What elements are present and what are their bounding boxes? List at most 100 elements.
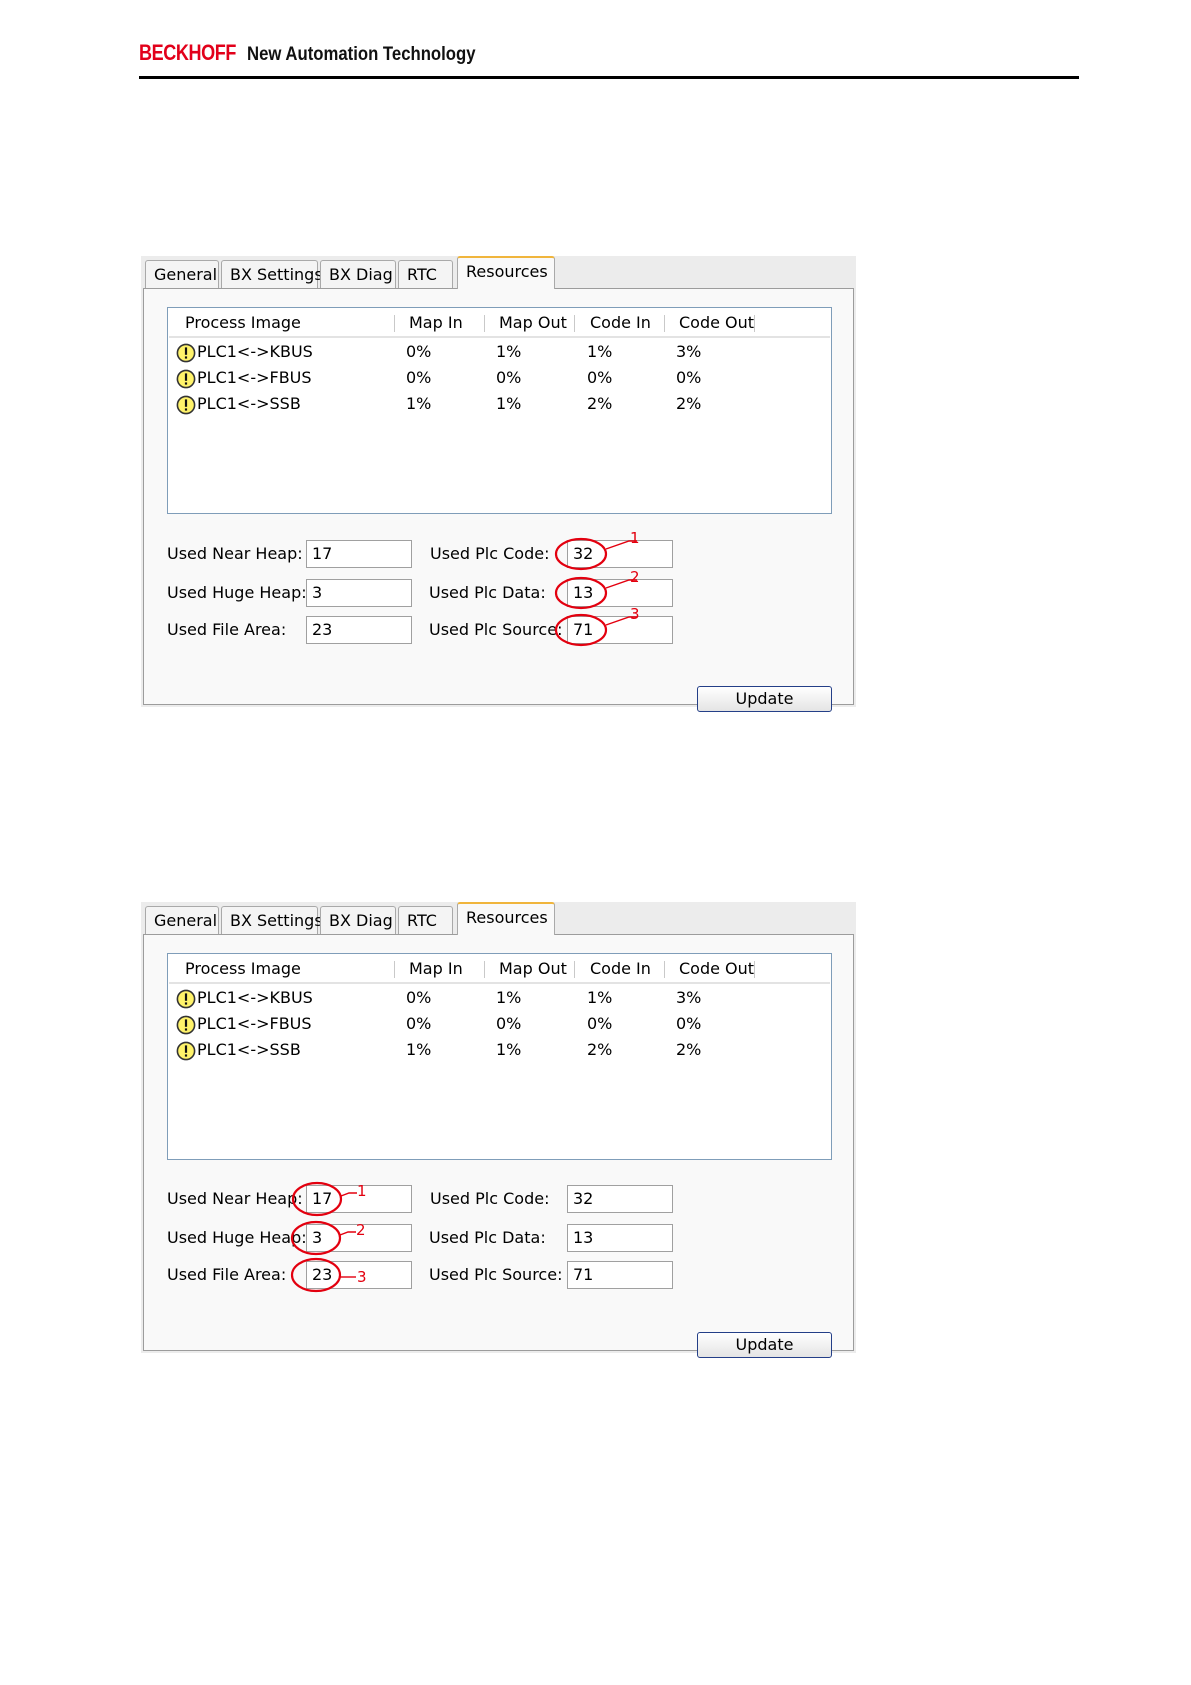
row-map-in: 0% xyxy=(406,368,432,387)
tab-rtc[interactable]: RTC xyxy=(398,260,453,288)
row-code-in: 0% xyxy=(587,1014,613,1033)
file-area-field[interactable]: 23 xyxy=(306,1261,412,1289)
row-map-out: 1% xyxy=(496,1040,522,1059)
list-row[interactable]: PLC1<->SSB 1% 1% 2% 2% xyxy=(169,1037,830,1063)
file-area-label: Used File Area: xyxy=(167,1265,287,1284)
row-name: PLC1<->SSB xyxy=(197,394,301,413)
row-map-in: 0% xyxy=(406,342,432,361)
column-separator[interactable] xyxy=(664,961,665,978)
tab-resources[interactable]: Resources xyxy=(457,256,555,289)
column-code-in[interactable]: Code In xyxy=(590,309,651,336)
row-map-out: 1% xyxy=(496,342,522,361)
plc-data-field[interactable]: 13 xyxy=(567,579,673,607)
column-map-in[interactable]: Map In xyxy=(409,955,463,982)
row-code-in: 2% xyxy=(587,1040,613,1059)
column-process-image[interactable]: Process Image xyxy=(185,309,301,336)
near-heap-label: Used Near Heap: xyxy=(167,544,303,563)
plc-code-field[interactable]: 32 xyxy=(567,540,673,568)
tab-bx-settings[interactable]: BX Settings xyxy=(221,906,323,934)
row-map-out: 1% xyxy=(496,988,522,1007)
column-separator[interactable] xyxy=(664,315,665,332)
update-button[interactable]: Update xyxy=(697,686,832,712)
row-map-out: 0% xyxy=(496,368,522,387)
list-row[interactable]: PLC1<->SSB 1% 1% 2% 2% xyxy=(169,391,830,417)
row-name: PLC1<->SSB xyxy=(197,1040,301,1059)
row-map-in: 0% xyxy=(406,988,432,1007)
column-separator[interactable] xyxy=(484,961,485,978)
huge-heap-label: Used Huge Heap: xyxy=(167,583,307,602)
column-process-image[interactable]: Process Image xyxy=(185,955,301,982)
process-image-list[interactable]: Process Image Map In Map Out Code In Cod… xyxy=(167,307,832,514)
list-row[interactable]: PLC1<->KBUS 0% 1% 1% 3% xyxy=(169,339,830,365)
column-separator[interactable] xyxy=(754,961,755,978)
row-name: PLC1<->FBUS xyxy=(197,1014,312,1033)
plc-code-label: Used Plc Code: xyxy=(430,544,550,563)
column-map-out[interactable]: Map Out xyxy=(499,309,567,336)
column-code-out[interactable]: Code Out xyxy=(679,309,754,336)
row-code-out: 0% xyxy=(676,368,702,387)
resources-dialog-figure-1: General BX Settings BX Diag RTC Resource… xyxy=(141,256,856,712)
update-button[interactable]: Update xyxy=(697,1332,832,1358)
row-code-out: 2% xyxy=(676,1040,702,1059)
near-heap-field[interactable]: 17 xyxy=(306,540,412,568)
row-code-in: 1% xyxy=(587,988,613,1007)
row-name: PLC1<->KBUS xyxy=(197,988,313,1007)
plc-source-field[interactable]: 71 xyxy=(567,616,673,644)
process-image-list[interactable]: Process Image Map In Map Out Code In Cod… xyxy=(167,953,832,1160)
plc-source-label: Used Plc Source: xyxy=(429,1265,563,1284)
warning-icon xyxy=(176,1041,196,1061)
resources-panel: Process Image Map In Map Out Code In Cod… xyxy=(143,934,854,1358)
warning-icon xyxy=(176,395,196,415)
row-map-out: 0% xyxy=(496,1014,522,1033)
page-header: BECKHOFF New Automation Technology xyxy=(139,40,1079,80)
row-name: PLC1<->FBUS xyxy=(197,368,312,387)
row-map-in: 1% xyxy=(406,1040,432,1059)
column-map-out[interactable]: Map Out xyxy=(499,955,567,982)
tab-rtc[interactable]: RTC xyxy=(398,906,453,934)
list-header: Process Image Map In Map Out Code In Cod… xyxy=(169,309,830,338)
plc-code-field[interactable]: 32 xyxy=(567,1185,673,1213)
row-code-out: 3% xyxy=(676,988,702,1007)
tab-strip: General BX Settings BX Diag RTC Resource… xyxy=(141,256,856,290)
row-code-in: 1% xyxy=(587,342,613,361)
near-heap-field[interactable]: 17 xyxy=(306,1185,412,1213)
tab-general[interactable]: General xyxy=(145,260,219,288)
huge-heap-field[interactable]: 3 xyxy=(306,579,412,607)
huge-heap-label: Used Huge Heap: xyxy=(167,1228,307,1247)
row-code-out: 2% xyxy=(676,394,702,413)
column-separator[interactable] xyxy=(394,315,395,332)
header-divider xyxy=(139,76,1079,79)
resources-dialog-figure-2: General BX Settings BX Diag RTC Resource… xyxy=(141,902,856,1358)
column-separator[interactable] xyxy=(754,315,755,332)
tab-general[interactable]: General xyxy=(145,906,219,934)
file-area-field[interactable]: 23 xyxy=(306,616,412,644)
tab-strip: General BX Settings BX Diag RTC Resource… xyxy=(141,902,856,936)
plc-data-field[interactable]: 13 xyxy=(567,1224,673,1252)
plc-source-field[interactable]: 71 xyxy=(567,1261,673,1289)
warning-icon xyxy=(176,369,196,389)
column-code-out[interactable]: Code Out xyxy=(679,955,754,982)
column-separator[interactable] xyxy=(484,315,485,332)
tab-bx-diag[interactable]: BX Diag xyxy=(320,906,396,934)
column-separator[interactable] xyxy=(574,961,575,978)
huge-heap-field[interactable]: 3 xyxy=(306,1224,412,1252)
row-code-in: 0% xyxy=(587,368,613,387)
brand-logo: BECKHOFF xyxy=(139,40,236,65)
tab-resources[interactable]: Resources xyxy=(457,902,555,935)
tab-bx-diag[interactable]: BX Diag xyxy=(320,260,396,288)
row-code-in: 2% xyxy=(587,394,613,413)
row-map-in: 1% xyxy=(406,394,432,413)
column-map-in[interactable]: Map In xyxy=(409,309,463,336)
column-code-in[interactable]: Code In xyxy=(590,955,651,982)
column-separator[interactable] xyxy=(574,315,575,332)
near-heap-label: Used Near Heap: xyxy=(167,1189,303,1208)
list-row[interactable]: PLC1<->FBUS 0% 0% 0% 0% xyxy=(169,365,830,391)
warning-icon xyxy=(176,989,196,1009)
row-code-out: 3% xyxy=(676,342,702,361)
list-row[interactable]: PLC1<->FBUS 0% 0% 0% 0% xyxy=(169,1011,830,1037)
list-row[interactable]: PLC1<->KBUS 0% 1% 1% 3% xyxy=(169,985,830,1011)
warning-icon xyxy=(176,343,196,363)
row-map-out: 1% xyxy=(496,394,522,413)
tab-bx-settings[interactable]: BX Settings xyxy=(221,260,323,288)
column-separator[interactable] xyxy=(394,961,395,978)
